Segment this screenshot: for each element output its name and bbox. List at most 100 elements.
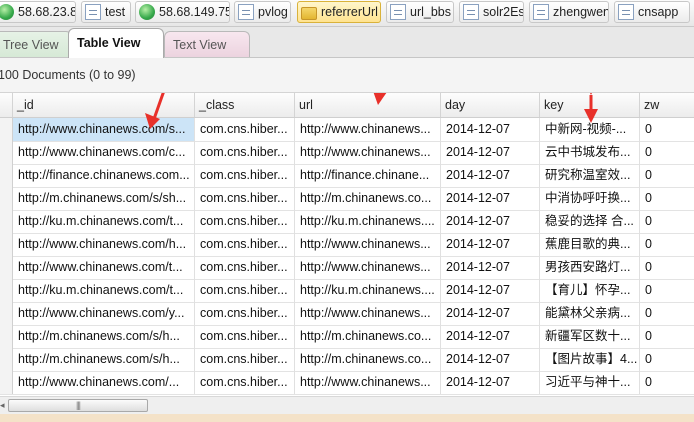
cell-url[interactable]: http://ku.m.chinanews.... [295, 210, 441, 233]
cell-url[interactable]: http://ku.m.chinanews.... [295, 279, 441, 302]
tab-tree-view[interactable]: Tree View [0, 31, 72, 57]
cell-day[interactable]: 2014-12-07 [441, 118, 540, 141]
row-selector[interactable] [0, 256, 13, 279]
cell-zw[interactable]: 0 [640, 164, 694, 187]
cell-day[interactable]: 2014-12-07 [441, 279, 540, 302]
row-selector[interactable] [0, 233, 13, 256]
cell-zw[interactable]: 0 [640, 118, 694, 141]
cell-zw[interactable]: 0 [640, 233, 694, 256]
row-selector[interactable] [0, 164, 13, 187]
cell-url[interactable]: http://www.chinanews... [295, 141, 441, 164]
cell-zw[interactable]: 0 [640, 187, 694, 210]
table-row[interactable]: http://m.chinanews.com/s/h... com.cns.hib… [0, 325, 694, 349]
cell-day[interactable]: 2014-12-07 [441, 371, 540, 394]
toolbar-item-cnsapp[interactable]: cnsapp [614, 1, 690, 23]
cell-class[interactable]: com.cns.hiber... [195, 256, 295, 279]
table-row[interactable]: http://www.chinanews.com/h... com.cns.hib… [0, 233, 694, 257]
table-row[interactable]: http://www.chinanews.com/... com.cns.hibe… [0, 371, 694, 395]
row-selector[interactable] [0, 302, 13, 325]
row-selector[interactable] [0, 325, 13, 348]
cell-zw[interactable]: 0 [640, 325, 694, 348]
cell-class[interactable]: com.cns.hiber... [195, 233, 295, 256]
horizontal-scrollbar[interactable]: ◂ ||| [0, 396, 694, 415]
cell-day[interactable]: 2014-12-07 [441, 164, 540, 187]
toolbar-item-url-bbs[interactable]: url_bbs [386, 1, 454, 23]
cell-url[interactable]: http://www.chinanews... [295, 233, 441, 256]
row-selector[interactable] [0, 371, 13, 394]
cell-zw[interactable]: 0 [640, 256, 694, 279]
toolbar-item-solr2es[interactable]: solr2Es [459, 1, 524, 23]
row-selector[interactable] [0, 118, 13, 141]
table-row[interactable]: http://finance.chinanews.com... com.cns.h… [0, 164, 694, 188]
cell-key[interactable]: 能黛林父亲病... [540, 302, 640, 325]
cell-day[interactable]: 2014-12-07 [441, 141, 540, 164]
cell-id[interactable]: http://m.chinanews.com/s/sh... [13, 187, 195, 210]
cell-key[interactable]: 云中书城发布... [540, 141, 640, 164]
cell-key[interactable]: 【育儿】怀孕... [540, 279, 640, 302]
row-selector[interactable] [0, 210, 13, 233]
table-row[interactable]: http://m.chinanews.com/s/h... com.cns.hib… [0, 348, 694, 372]
cell-day[interactable]: 2014-12-07 [441, 302, 540, 325]
table-row[interactable]: http://www.chinanews.com/y... com.cns.hib… [0, 302, 694, 326]
cell-url[interactable]: http://www.chinanews... [295, 371, 441, 394]
cell-id[interactable]: http://www.chinanews.com/c... [13, 141, 195, 164]
cell-id[interactable]: http://ku.m.chinanews.com/t... [13, 279, 195, 302]
column-header-day[interactable]: day [441, 93, 540, 117]
column-header-zw[interactable]: zw [640, 93, 694, 117]
cell-id[interactable]: http://ku.m.chinanews.com/t... [13, 210, 195, 233]
cell-zw[interactable]: 0 [640, 371, 694, 394]
cell-day[interactable]: 2014-12-07 [441, 325, 540, 348]
cell-key[interactable]: 习近平与神十... [540, 371, 640, 394]
tab-table-view[interactable]: Table View [68, 28, 164, 58]
toolbar-item-zhengwen[interactable]: zhengwen [529, 1, 609, 23]
cell-url[interactable]: http://www.chinanews... [295, 302, 441, 325]
toolbar-item-server-2[interactable]: 58.68.149.75 [135, 1, 230, 23]
cell-id[interactable]: http://m.chinanews.com/s/h... [13, 325, 195, 348]
row-selector[interactable] [0, 279, 13, 302]
cell-day[interactable]: 2014-12-07 [441, 233, 540, 256]
cell-class[interactable]: com.cns.hiber... [195, 371, 295, 394]
cell-key[interactable]: 研究称温室效... [540, 164, 640, 187]
cell-key[interactable]: 男孩西安路灯... [540, 256, 640, 279]
row-selector[interactable] [0, 348, 13, 371]
cell-class[interactable]: com.cns.hiber... [195, 118, 295, 141]
row-selector[interactable] [0, 187, 13, 210]
toolbar-item-referrerurl[interactable]: referrerUrl [297, 1, 381, 23]
scroll-left-arrow-icon[interactable]: ◂ [0, 399, 8, 412]
toolbar-item-pvlog[interactable]: pvlog [234, 1, 291, 23]
table-row[interactable]: http://www.chinanews.com/t... com.cns.hib… [0, 256, 694, 280]
cell-class[interactable]: com.cns.hiber... [195, 348, 295, 371]
cell-zw[interactable]: 0 [640, 279, 694, 302]
cell-zw[interactable]: 0 [640, 210, 694, 233]
table-row[interactable]: http://m.chinanews.com/s/sh... com.cns.hi… [0, 187, 694, 211]
cell-id[interactable]: http://finance.chinanews.com... [13, 164, 195, 187]
cell-key[interactable]: 新疆军区数十... [540, 325, 640, 348]
row-selector[interactable] [0, 141, 13, 164]
cell-zw[interactable]: 0 [640, 141, 694, 164]
cell-id[interactable]: http://www.chinanews.com/y... [13, 302, 195, 325]
cell-class[interactable]: com.cns.hiber... [195, 187, 295, 210]
cell-url[interactable]: http://finance.chinane... [295, 164, 441, 187]
cell-class[interactable]: com.cns.hiber... [195, 279, 295, 302]
cell-key[interactable]: 中消协呼吁换... [540, 187, 640, 210]
tab-text-view[interactable]: Text View [164, 31, 250, 57]
cell-url[interactable]: http://www.chinanews... [295, 118, 441, 141]
cell-url[interactable]: http://m.chinanews.co... [295, 325, 441, 348]
cell-key[interactable]: 蕉鹿目歌的典... [540, 233, 640, 256]
table-row[interactable]: http://ku.m.chinanews.com/t... com.cns.hi… [0, 210, 694, 234]
cell-zw[interactable]: 0 [640, 348, 694, 371]
column-header-class[interactable]: _class [195, 93, 295, 117]
cell-id[interactable]: http://www.chinanews.com/... [13, 371, 195, 394]
cell-id[interactable]: http://www.chinanews.com/h... [13, 233, 195, 256]
toolbar-item-server-1[interactable]: 58.68.23.89 [0, 1, 76, 23]
cell-day[interactable]: 2014-12-07 [441, 187, 540, 210]
scrollbar-thumb[interactable]: ||| [8, 399, 148, 412]
cell-zw[interactable]: 0 [640, 302, 694, 325]
cell-day[interactable]: 2014-12-07 [441, 348, 540, 371]
cell-id[interactable]: http://m.chinanews.com/s/h... [13, 348, 195, 371]
cell-key[interactable]: 【图片故事】4... [540, 348, 640, 371]
cell-id[interactable]: http://www.chinanews.com/t... [13, 256, 195, 279]
table-row[interactable]: http://ku.m.chinanews.com/t... com.cns.hi… [0, 279, 694, 303]
cell-key[interactable]: 稳妥的选择 合... [540, 210, 640, 233]
cell-class[interactable]: com.cns.hiber... [195, 302, 295, 325]
